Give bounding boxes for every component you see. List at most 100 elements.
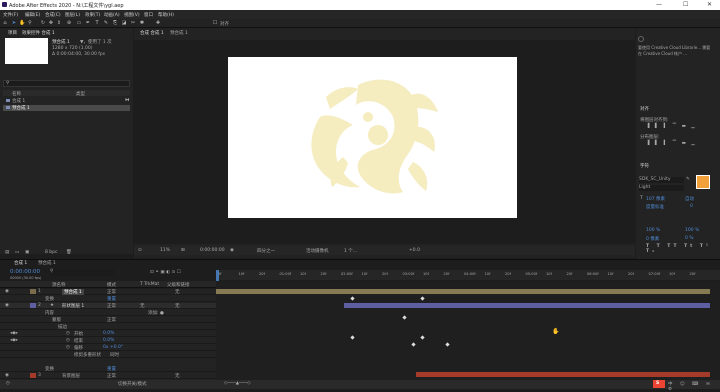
- eye-icon[interactable]: ◉: [5, 373, 9, 378]
- brush-tool-icon[interactable]: ✎: [103, 20, 109, 26]
- menu-layer[interactable]: 图层(L): [65, 12, 80, 18]
- property-value[interactable]: 0x +0.0°: [103, 345, 123, 350]
- keyframe-nav-icon[interactable]: ◂◆▸: [10, 338, 18, 343]
- project-item[interactable]: 合成 1: [3, 98, 130, 104]
- font-family-dropdown[interactable]: SDK_SC_Unity: [639, 177, 684, 183]
- camera-dropdown[interactable]: 活动摄像机: [306, 248, 329, 254]
- keyframe[interactable]: [402, 315, 407, 320]
- property-value[interactable]: 正常: [107, 317, 116, 323]
- layer-row[interactable]: ◉ 1 预合成 1 正常 无: [0, 289, 216, 295]
- menu-file[interactable]: 文件(F): [3, 12, 18, 18]
- project-search-input[interactable]: ⚲: [3, 80, 130, 87]
- column-mode[interactable]: 模式: [107, 282, 116, 288]
- snap-checkbox-icon[interactable]: ☐: [212, 20, 218, 26]
- tab-precomp[interactable]: 预合成 1: [170, 30, 188, 36]
- orbit-tool-icon[interactable]: ↻: [40, 20, 46, 26]
- column-source-name[interactable]: 源名称: [52, 282, 66, 288]
- tsume-value[interactable]: 0 %: [685, 236, 694, 241]
- property-row[interactable]: 修剪多重形状 同时: [0, 352, 216, 358]
- tab-timeline-comp[interactable]: 合成 1: [14, 260, 27, 266]
- pan-tool-icon[interactable]: ✥: [48, 20, 54, 26]
- dolly-tool-icon[interactable]: ⇕: [56, 20, 62, 26]
- clone-tool-icon[interactable]: ⎘: [112, 20, 118, 26]
- property-row[interactable]: 描边: [0, 324, 216, 330]
- bpc-label[interactable]: 8 bpc: [45, 250, 57, 255]
- keyframe[interactable]: [445, 342, 450, 347]
- layer-parent[interactable]: 无: [175, 373, 180, 379]
- menu-window[interactable]: 窗口: [144, 12, 153, 18]
- composition-canvas[interactable]: [228, 57, 517, 218]
- baseline-shift-value[interactable]: 0 像素: [646, 236, 659, 242]
- selection-tool-icon[interactable]: ➤: [11, 20, 17, 26]
- property-row[interactable]: 内容 添加: ●: [0, 310, 216, 316]
- tab-timeline-precomp[interactable]: 预合成 1: [38, 260, 56, 266]
- layer-mode[interactable]: 正常: [107, 373, 116, 379]
- eyedropper-icon[interactable]: ✎: [686, 177, 690, 182]
- layer-bar-shape[interactable]: [344, 303, 710, 308]
- layer-parent[interactable]: 无: [175, 289, 180, 295]
- property-row[interactable]: 蒙版 正常: [0, 317, 216, 323]
- column-name[interactable]: 名称: [12, 91, 21, 97]
- project-item-selected[interactable]: 预合成 1: [3, 105, 130, 111]
- property-row[interactable]: ◂◆▸ ◷ 结束 0.0%: [0, 338, 216, 344]
- layer-row[interactable]: ◉ 3 背景图层 正常 无: [0, 373, 216, 379]
- timeline-timecode[interactable]: 0:00:00:00: [10, 269, 40, 275]
- menu-help[interactable]: 帮助(H): [158, 12, 174, 18]
- menu-edit[interactable]: 编辑(E): [25, 12, 40, 18]
- timeline-switch-icons[interactable]: ⊡ ⚭ ▣ ◐ ⊙ ☐: [150, 270, 181, 275]
- font-size-value[interactable]: 107 像素: [646, 196, 665, 202]
- stopwatch-icon[interactable]: ◷: [66, 338, 70, 343]
- layer-name[interactable]: 形状图层 1: [62, 303, 84, 309]
- keyframe[interactable]: [350, 335, 355, 340]
- keyframe[interactable]: [420, 335, 425, 340]
- keyframe-nav-icon[interactable]: ◂◆▸: [10, 331, 18, 336]
- maximize-button[interactable]: ☐: [683, 1, 688, 8]
- property-value[interactable]: 0.0%: [103, 338, 114, 343]
- fill-color-swatch[interactable]: [696, 175, 710, 189]
- tracking-value[interactable]: 0: [690, 204, 693, 209]
- ime-tray-icons[interactable]: 中 ☺ ⌨ ✉ ⚙: [668, 381, 720, 392]
- property-value[interactable]: 重置: [107, 366, 116, 372]
- toggle-switches-modes[interactable]: 切换开关/模式: [118, 381, 147, 387]
- stopwatch-icon[interactable]: ◷: [66, 331, 70, 336]
- snapshot-icon[interactable]: ◉: [230, 248, 234, 253]
- tab-project[interactable]: 项目: [8, 30, 17, 36]
- new-composition-icon[interactable]: ▣: [25, 250, 29, 255]
- property-row[interactable]: ◷ 偏移 0x +0.0°: [0, 345, 216, 351]
- new-folder-icon[interactable]: ▭: [15, 250, 19, 255]
- layer-bar-precomp[interactable]: [216, 289, 710, 294]
- local-axis-icon[interactable]: ✚: [155, 20, 161, 26]
- resolution-dropdown[interactable]: 四分之一: [257, 248, 275, 254]
- label-color[interactable]: [30, 289, 36, 294]
- trash-icon[interactable]: 🗑: [66, 250, 72, 255]
- leading-value[interactable]: 自动: [685, 196, 694, 202]
- zoom-tool-icon[interactable]: ⚲: [27, 20, 33, 26]
- zoom-slider-icon[interactable]: ◇───▲───◇: [224, 381, 251, 386]
- column-type[interactable]: 类型: [76, 91, 85, 97]
- home-icon[interactable]: ⌂: [2, 20, 8, 26]
- column-trkmat[interactable]: T TrkMat: [140, 282, 159, 287]
- timeline-search-input[interactable]: ⚲: [50, 269, 114, 276]
- distribute-buttons[interactable]: ▐ ▌ ▍ ▔ ▬ ▁: [646, 141, 706, 147]
- rectangle-tool-icon[interactable]: ▭: [76, 20, 82, 26]
- label-color[interactable]: [30, 303, 36, 308]
- menu-composition[interactable]: 合成(C): [45, 12, 61, 18]
- layer-name[interactable]: 预合成 1: [62, 289, 84, 295]
- time-ruler[interactable]: 0f 10f 20f 01:00f 10f 20f 02:00f 10f 20f 03:00f 10…: [216, 270, 720, 280]
- views-dropdown[interactable]: 1 个...: [344, 248, 357, 254]
- type-tool-icon[interactable]: T: [94, 20, 100, 26]
- keyframe[interactable]: [350, 296, 355, 301]
- close-button[interactable]: ✕: [707, 1, 712, 8]
- render-time-icon[interactable]: ◷: [6, 381, 10, 386]
- minimize-button[interactable]: —: [656, 1, 662, 8]
- zoom-dropdown[interactable]: 11%: [160, 248, 170, 253]
- align-buttons[interactable]: ▐ ▌ ▍ ▔ ▬ ▁: [646, 124, 706, 130]
- interpret-footage-icon[interactable]: ▤: [5, 250, 9, 255]
- pen-tool-icon[interactable]: ✒: [85, 20, 91, 26]
- layer-name[interactable]: 背景图层: [62, 373, 80, 379]
- property-value[interactable]: 同时: [110, 352, 119, 358]
- keyframe[interactable]: [411, 342, 416, 347]
- layer-mode[interactable]: 正常: [107, 303, 116, 309]
- property-value[interactable]: 重置: [107, 296, 116, 302]
- column-parent[interactable]: 父级和链接: [167, 282, 190, 288]
